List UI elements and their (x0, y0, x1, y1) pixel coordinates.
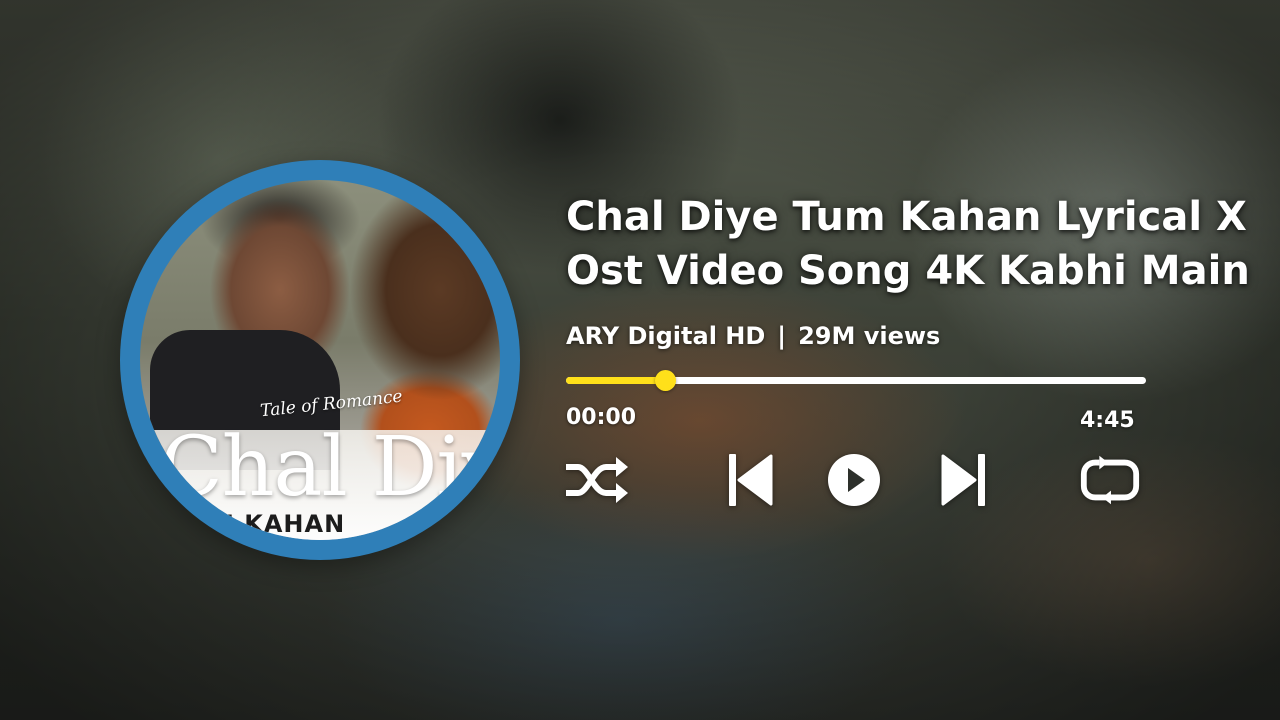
total-time: 4:45 (1080, 408, 1135, 433)
player-screen: Tale of Romance Chal Diye M KAHAN Chal D… (0, 0, 1280, 720)
progress-bar[interactable] (566, 370, 1146, 391)
track-meta: ARY Digital HD | 29M views (566, 322, 940, 350)
shuffle-icon (566, 457, 628, 503)
next-button[interactable] (932, 448, 996, 512)
progress-knob[interactable] (654, 370, 676, 391)
previous-button[interactable] (718, 448, 782, 512)
album-art-image: Tale of Romance Chal Diye M KAHAN (140, 180, 500, 540)
progress-fill (566, 377, 665, 384)
skip-next-icon (941, 454, 985, 506)
shuffle-button[interactable] (564, 448, 628, 512)
channel-name: ARY Digital HD (566, 322, 766, 350)
song-title: Chal Diye Tum Kahan Lyrical X Ost Video … (566, 194, 1250, 294)
current-time: 00:00 (566, 405, 637, 430)
view-count: 29M views (798, 322, 941, 350)
album-art-subtitle: M KAHAN (210, 510, 346, 538)
repeat-icon (1080, 455, 1140, 505)
skip-previous-icon (729, 454, 773, 506)
play-button[interactable] (822, 448, 886, 512)
repeat-button[interactable] (1078, 448, 1142, 512)
meta-separator: | (777, 322, 787, 350)
play-icon (828, 454, 880, 506)
album-art-title: Chal Diye (160, 420, 500, 515)
album-art-disc: Tale of Romance Chal Diye M KAHAN (120, 160, 520, 560)
